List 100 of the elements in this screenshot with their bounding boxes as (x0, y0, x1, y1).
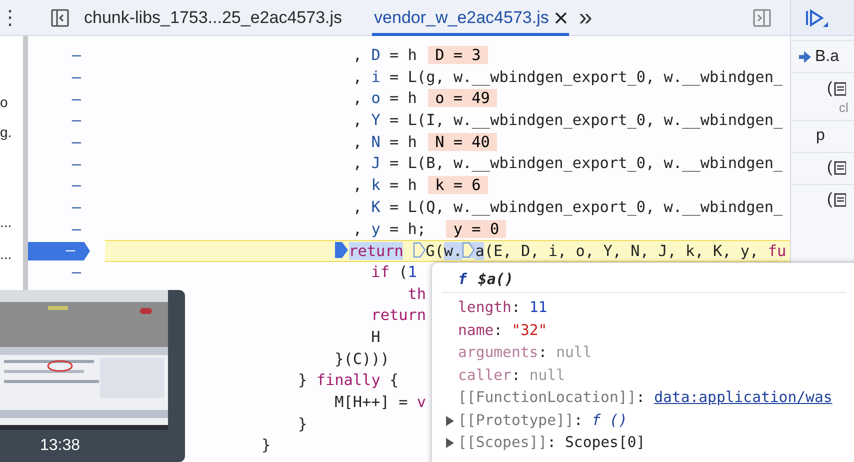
code-text: , (352, 68, 364, 86)
call-frame[interactable]: p (791, 120, 854, 152)
current-frame-arrow-icon (799, 50, 811, 62)
colon: : (511, 298, 522, 318)
colon: : (636, 388, 646, 408)
property-value: "32" (512, 320, 548, 341)
property-value: Scopes[0] (565, 433, 646, 454)
code-text: , (352, 198, 364, 216)
code-text: G( (426, 242, 444, 260)
code-text: a (475, 242, 484, 260)
code-text: = h; (390, 220, 428, 238)
menu-button[interactable]: ⋮ (0, 2, 20, 32)
number-literal: 1 (408, 262, 417, 281)
line-marker: – (72, 70, 81, 86)
code-text: ( (398, 262, 408, 281)
line-marker: – (72, 265, 81, 280)
code-text: , (352, 220, 364, 238)
video-timestamp: 13:38 (40, 436, 80, 456)
keyword: fu (768, 242, 786, 260)
keyword: if (371, 262, 390, 281)
popover-title: $a() (478, 270, 514, 290)
variable-name: y (371, 220, 380, 238)
property-value: f () (592, 410, 628, 431)
more-tabs-button[interactable]: » (578, 6, 592, 30)
line-marker: – (72, 92, 81, 107)
code-text: , (352, 111, 364, 130)
function-label: f (458, 270, 468, 290)
scope-entry[interactable]: ( (791, 184, 854, 216)
expand-triangle-icon[interactable] (446, 416, 454, 426)
code-text: , (352, 132, 364, 151)
resume-icon[interactable] (805, 8, 829, 28)
inline-value: o = 49 (428, 89, 497, 108)
keyword: return (371, 306, 426, 324)
code-text: M[H++] = (334, 393, 409, 411)
code-text: H (371, 328, 380, 346)
code-text: } (298, 414, 308, 433)
navigator-item[interactable]: g. (0, 122, 23, 142)
property-value: 11 (529, 298, 548, 318)
keyword: v (416, 393, 426, 411)
code-text: = L(g, w.__wbindgen_export_0, w.__wbindgen_ (390, 68, 783, 86)
variable-name: N (371, 132, 380, 151)
inline-value: k = 6 (428, 176, 488, 194)
code-text: = h (390, 46, 418, 64)
variable-name: K (371, 198, 380, 216)
scope-icon (834, 161, 846, 175)
line-marker: – (72, 178, 81, 194)
scope-icon (834, 193, 846, 207)
code-text: , (352, 46, 364, 64)
property-key: name (458, 320, 494, 342)
property-value: null (556, 343, 592, 364)
property-key: [[FunctionLocation]] (458, 387, 636, 410)
close-icon[interactable] (554, 12, 567, 24)
variable-name: J (371, 154, 380, 172)
code-text: = L(B, w.__wbindgen_export_0, w.__wbindgen_ (390, 154, 783, 172)
variable-name: i (371, 68, 380, 86)
scope-icon (834, 82, 846, 96)
property-key: caller (458, 364, 512, 387)
navigator-item[interactable]: o (0, 92, 23, 112)
colon: : (574, 410, 584, 431)
inline-value: D = 3 (428, 46, 488, 64)
scope-entry[interactable]: ( (791, 152, 854, 184)
colon: : (547, 433, 558, 454)
location-link[interactable]: data:application/was (654, 387, 832, 410)
navigator-item[interactable]: ... (0, 212, 23, 232)
property-key: length (458, 297, 512, 320)
colon: : (538, 343, 548, 364)
line-marker: – (72, 134, 81, 150)
line-marker: – (72, 156, 81, 172)
expand-triangle-icon[interactable] (446, 438, 454, 448)
property-value: null (529, 366, 566, 386)
property-key: arguments (458, 342, 538, 364)
variable-name: D (371, 46, 380, 64)
code-text: }(C))) (334, 350, 390, 368)
code-text: = L(Q, w.__wbindgen_export_0, w.__wbindgen_ (390, 198, 783, 216)
code-text: , (352, 89, 364, 108)
code-text: = L(I, w.__wbindgen_export_0, w.__wbindgen_ (390, 111, 783, 130)
sidebar-toggle-icon[interactable] (50, 8, 70, 28)
code-text: , (352, 176, 364, 194)
file-tab[interactable]: chunk-libs_1753...25_e2ac4573.js (82, 0, 344, 36)
inline-value: y = 0 (446, 220, 506, 238)
code-text: w. (444, 242, 462, 260)
variable-name: o (371, 89, 380, 108)
variable-name: Y (371, 111, 380, 130)
variable-name: k (371, 176, 380, 194)
code-text: , (352, 154, 364, 172)
keyword: finally (316, 371, 380, 390)
property-key: [[Prototype]] (458, 410, 574, 432)
call-frame[interactable]: B.a (791, 40, 854, 72)
line-marker: – (66, 243, 75, 259)
line-marker: – (72, 48, 81, 64)
scope-entry[interactable]: ( (791, 72, 854, 104)
panel-toggle-icon[interactable] (752, 8, 772, 28)
line-marker: – (72, 200, 81, 216)
keyword: th (408, 284, 426, 303)
navigator-item[interactable]: ... (0, 244, 23, 264)
code-text: } (261, 436, 271, 454)
colon: : (511, 366, 522, 386)
code-text: } (298, 371, 308, 390)
inline-value: N = 40 (428, 132, 497, 151)
code-text: { (390, 371, 399, 390)
